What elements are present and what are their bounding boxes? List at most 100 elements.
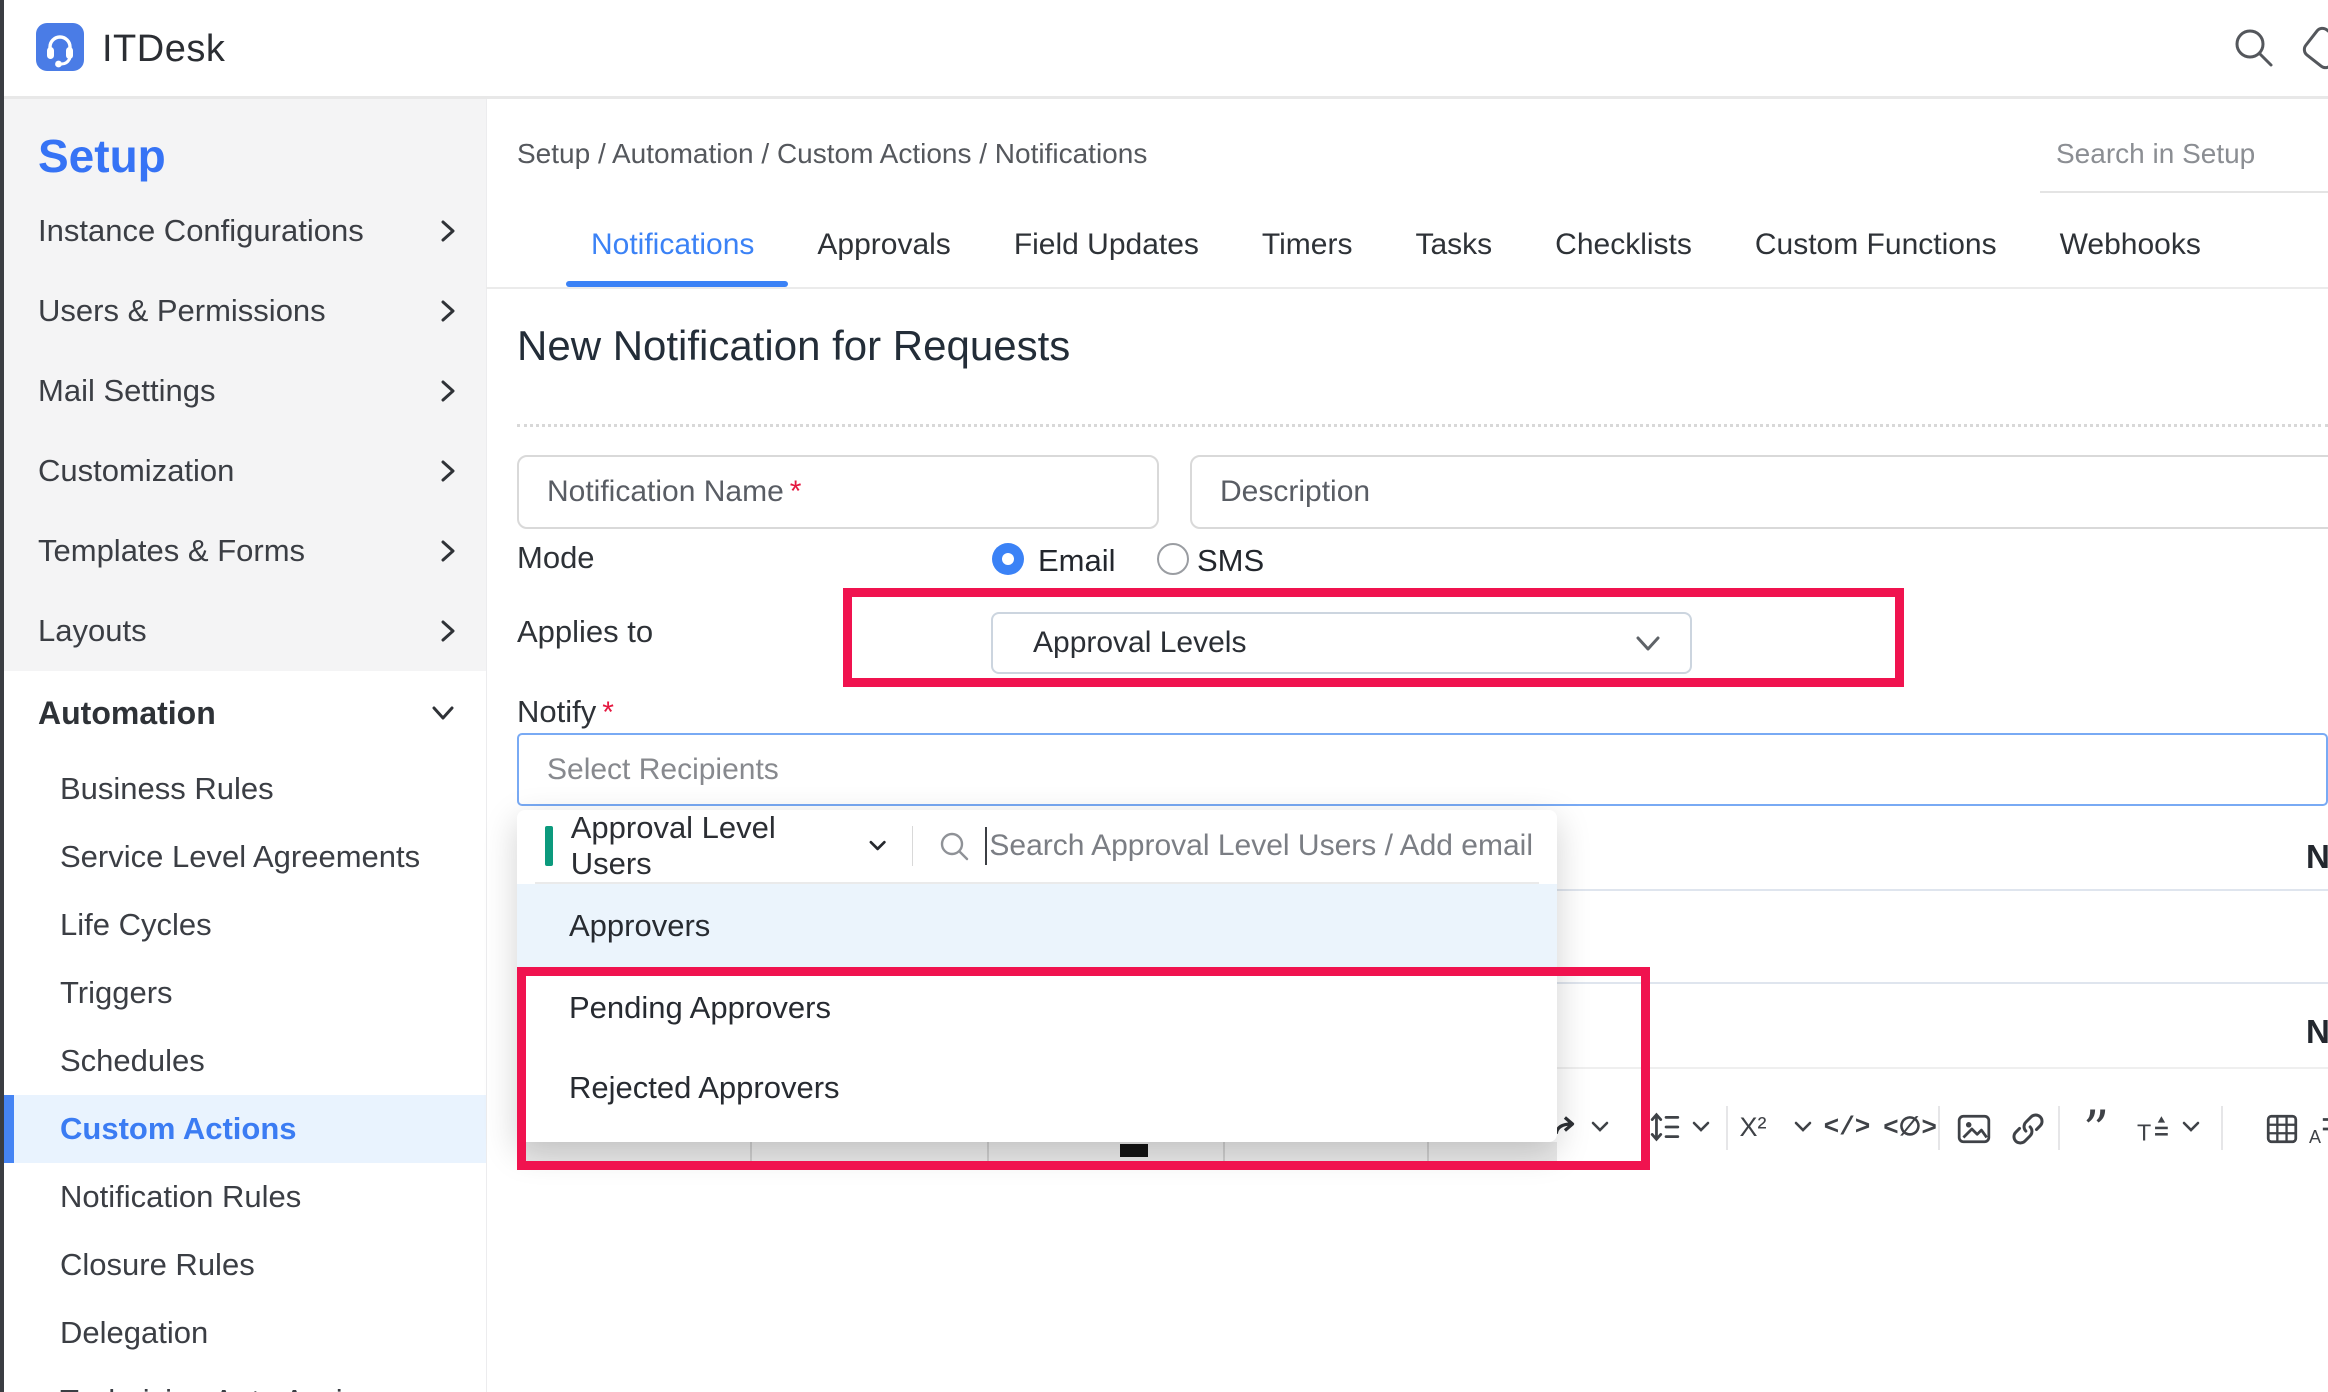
required-asterisk: *: [602, 696, 614, 729]
breadcrumb[interactable]: Setup / Automation / Custom Actions / No…: [517, 138, 1147, 170]
applies-to-label: Applies to: [517, 614, 653, 650]
tab-webhooks[interactable]: Webhooks: [2060, 228, 2201, 262]
search-icon[interactable]: [2230, 24, 2278, 72]
sidebar-item-schedules[interactable]: Schedules: [4, 1027, 486, 1095]
sidebar-item-instance-configurations[interactable]: Instance Configurations: [4, 191, 486, 271]
module-tabs: Notifications Approvals Field Updates Ti…: [591, 228, 2201, 262]
superscript-icon[interactable]: X²: [1740, 1112, 1767, 1143]
chevron-down-icon: [1634, 635, 1662, 652]
tab-notifications[interactable]: Notifications: [591, 228, 754, 262]
sidebar-item-label: Technician Auto Assign: [60, 1383, 377, 1392]
strip-divider: [987, 1142, 989, 1162]
toolbar-strip: [517, 1142, 1557, 1162]
chevron-right-icon: [440, 298, 456, 324]
recipient-search-input[interactable]: Search Approval Level Users / Add email: [989, 829, 1533, 863]
sidebar-item-notification-rules[interactable]: Notification Rules: [4, 1163, 486, 1231]
option-pending-approvers[interactable]: Pending Approvers: [517, 968, 1557, 1048]
sidebar-item-label: Triggers: [60, 975, 173, 1011]
chevron-down-icon[interactable]: [1692, 1121, 1710, 1132]
sidebar-item-layouts[interactable]: Layouts: [4, 591, 486, 671]
option-approvers[interactable]: Approvers: [517, 884, 1557, 968]
sidebar-item-label: Users & Permissions: [38, 293, 326, 329]
line-spacing-icon[interactable]: [1649, 1111, 1681, 1143]
tab-checklists[interactable]: Checklists: [1555, 228, 1692, 262]
sidebar-item-label: Customization: [38, 453, 234, 489]
sort-lines-icon[interactable]: A: [2308, 1111, 2328, 1147]
recipient-category-select[interactable]: Approval Level Users: [571, 810, 888, 882]
chevron-down-icon: [430, 705, 456, 721]
window-edge: [0, 0, 4, 1392]
tab-tasks[interactable]: Tasks: [1415, 228, 1492, 262]
sidebar-item-customization[interactable]: Customization: [4, 431, 486, 511]
chevron-down-icon[interactable]: [1794, 1121, 1812, 1132]
field-underline: [1450, 889, 2328, 891]
radio-sms-label[interactable]: SMS: [1197, 543, 1264, 579]
sidebar-item-label: Closure Rules: [60, 1247, 255, 1283]
strip-divider: [750, 1142, 752, 1162]
insert-image-icon[interactable]: [1956, 1111, 1992, 1147]
setup-search-input[interactable]: Search in Setup: [2056, 138, 2255, 170]
strip-divider: [1223, 1142, 1225, 1162]
source-code-icon[interactable]: <∅>: [1883, 1112, 1937, 1143]
sidebar-item-service-level-agreements[interactable]: Service Level Agreements: [4, 823, 486, 891]
chevron-right-icon: [440, 378, 456, 404]
active-tab-underline: [566, 281, 788, 287]
field-underline: [1450, 1067, 2328, 1069]
marketplace-addon-icon[interactable]: [2296, 20, 2328, 76]
setup-search-underline: [2040, 191, 2328, 193]
clipped-text: N: [2306, 1013, 2328, 1051]
field-underline: [1450, 982, 2328, 984]
sidebar-item-life-cycles[interactable]: Life Cycles: [4, 891, 486, 959]
recipients-dropdown-header: Approval Level Users Search Approval Lev…: [517, 810, 1557, 882]
sidebar-item-templates-forms[interactable]: Templates & Forms: [4, 511, 486, 591]
chevron-down-icon[interactable]: [1591, 1121, 1609, 1132]
mode-label: Mode: [517, 540, 595, 576]
insert-table-icon[interactable]: [2264, 1111, 2300, 1147]
sidebar-item-label: Automation: [38, 695, 216, 732]
radio-email-label[interactable]: Email: [1038, 543, 1116, 579]
insert-link-icon[interactable]: [2010, 1111, 2046, 1147]
active-indicator: [4, 1095, 14, 1163]
sidebar-item-automation[interactable]: Automation: [4, 671, 486, 755]
sidebar-item-closure-rules[interactable]: Closure Rules: [4, 1231, 486, 1299]
sidebar-item-mail-settings[interactable]: Mail Settings: [4, 351, 486, 431]
code-view-icon[interactable]: </>: [1824, 1112, 1871, 1142]
toolbar-divider: [2221, 1106, 2223, 1150]
required-asterisk: *: [790, 475, 802, 509]
blockquote-icon[interactable]: ”: [2083, 1116, 2110, 1146]
chevron-down-icon[interactable]: [2182, 1121, 2200, 1132]
recipients-dropdown-panel: Approval Level Users Search Approval Lev…: [517, 810, 1557, 1142]
sidebar-item-delegation[interactable]: Delegation: [4, 1299, 486, 1367]
sidebar-item-label: Schedules: [60, 1043, 205, 1079]
sidebar-item-technician-auto-assign[interactable]: Technician Auto Assign: [4, 1367, 486, 1392]
sidebar-title: Setup: [4, 99, 486, 191]
radio-sms[interactable]: [1157, 543, 1189, 575]
applies-to-select[interactable]: Approval Levels: [991, 612, 1692, 674]
sidebar-item-label: Templates & Forms: [38, 533, 305, 569]
sidebar-item-custom-actions[interactable]: Custom Actions: [4, 1095, 486, 1163]
description-input[interactable]: Description: [1190, 455, 2328, 529]
notify-recipients-input[interactable]: Select Recipients: [517, 733, 2328, 806]
notification-name-input[interactable]: Notification Name *: [517, 455, 1159, 529]
sidebar-item-business-rules[interactable]: Business Rules: [4, 755, 486, 823]
option-rejected-approvers[interactable]: Rejected Approvers: [517, 1048, 1557, 1128]
strip-divider: [1427, 1142, 1429, 1162]
text-cursor: [985, 827, 987, 865]
sidebar-item-triggers[interactable]: Triggers: [4, 959, 486, 1027]
text-style-icon[interactable]: T: [2136, 1111, 2172, 1147]
toolbar-divider: [2058, 1106, 2060, 1150]
header-divider: [912, 826, 914, 866]
chevron-right-icon: [440, 218, 456, 244]
tab-approvals[interactable]: Approvals: [817, 228, 950, 262]
chevron-right-icon: [440, 458, 456, 484]
itdesk-logo-icon: [36, 23, 84, 71]
sidebar-item-label: Mail Settings: [38, 373, 215, 409]
sidebar-item-label: Business Rules: [60, 771, 274, 807]
sidebar-item-users-permissions[interactable]: Users & Permissions: [4, 271, 486, 351]
toolbar-divider: [1726, 1106, 1728, 1150]
tabs-divider: [486, 287, 2328, 289]
radio-email[interactable]: [992, 543, 1024, 575]
tab-timers[interactable]: Timers: [1262, 228, 1353, 262]
tab-field-updates[interactable]: Field Updates: [1014, 228, 1199, 262]
tab-custom-functions[interactable]: Custom Functions: [1755, 228, 1997, 262]
